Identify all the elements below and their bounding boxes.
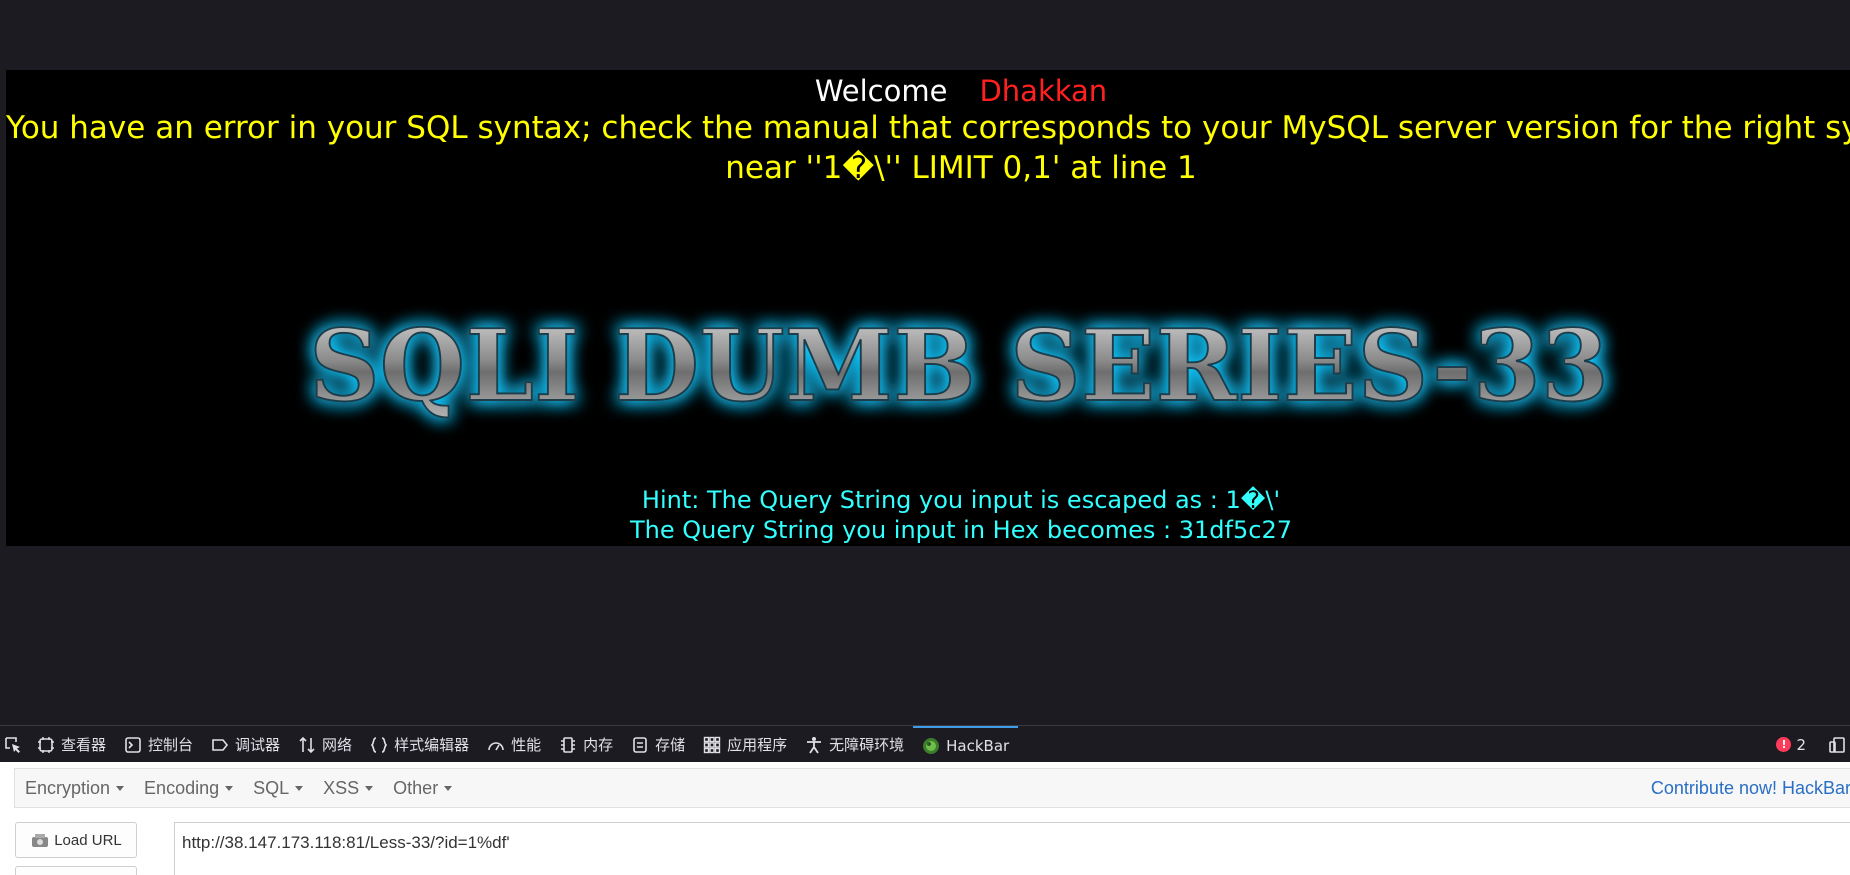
tab-label: 内存 <box>583 736 614 754</box>
tab-label: 无障碍环境 <box>829 736 905 754</box>
split-url-button[interactable] <box>15 866 137 875</box>
load-url-button[interactable]: Load URL <box>15 822 137 858</box>
tab-accessibility[interactable]: 无障碍环境 <box>796 726 913 763</box>
caret-down-icon <box>225 785 234 791</box>
menu-label: Other <box>393 777 439 798</box>
tab-label: 存储 <box>655 736 686 754</box>
error-icon: ! <box>1776 737 1792 752</box>
element-picker-icon <box>5 736 20 753</box>
performance-icon <box>488 741 504 750</box>
sqli-banner-image: SQLI DUMB SERIES-33 <box>308 308 1610 425</box>
tab-memory[interactable]: 内存 <box>550 726 622 763</box>
accessibility-icon <box>807 736 822 753</box>
caret-down-icon <box>365 785 374 791</box>
webpage-content: Welcome Dhakkan You have an error in your… <box>6 70 1850 546</box>
tab-network[interactable]: 网络 <box>289 726 361 763</box>
menu-label: Encryption <box>25 777 111 798</box>
application-icon <box>703 736 721 753</box>
caret-down-icon <box>295 785 304 791</box>
hint-escaped-line: Hint: The Query String you input is esca… <box>641 486 1281 514</box>
menu-label: XSS <box>323 777 360 798</box>
sql-error-line-2: near ''1�\'' LIMIT 0,1' at line 1 <box>725 150 1197 186</box>
welcome-text: Welcome <box>814 74 948 108</box>
network-icon <box>299 736 315 753</box>
tab-label: 应用程序 <box>727 736 788 754</box>
tab-style-editor[interactable]: 样式编辑器 <box>361 726 478 763</box>
tab-inspector[interactable]: 查看器 <box>28 726 115 763</box>
style-editor-icon <box>370 736 388 753</box>
caret-down-icon <box>116 785 125 791</box>
element-picker-button[interactable] <box>0 726 28 763</box>
responsive-design-icon[interactable] <box>1828 736 1846 754</box>
tab-label: 控制台 <box>148 736 194 754</box>
hackbar-panel: Encryption Encoding SQL XSS Other Contri… <box>0 762 1850 875</box>
devtools-right-controls: ! 2 <box>1776 736 1850 754</box>
menu-xss[interactable]: XSS <box>313 778 383 799</box>
menu-label: Encoding <box>144 777 220 798</box>
debugger-icon <box>212 738 229 751</box>
tab-application[interactable]: 应用程序 <box>694 726 796 763</box>
tab-storage[interactable]: 存储 <box>622 726 694 763</box>
tab-label: 网络 <box>322 736 353 754</box>
sql-error-line-1: You have an error in your SQL syntax; ch… <box>6 110 1850 146</box>
tab-performance[interactable]: 性能 <box>478 726 550 763</box>
load-url-icon <box>32 834 49 847</box>
tab-label: 查看器 <box>61 736 107 754</box>
url-input[interactable]: http://38.147.173.118:81/Less-33/?id=1%d… <box>174 822 1850 875</box>
caret-down-icon <box>444 785 453 791</box>
error-count-badge[interactable]: ! 2 <box>1776 736 1806 754</box>
tab-hackbar[interactable]: HackBar <box>913 726 1019 763</box>
console-icon <box>125 736 141 753</box>
menu-other[interactable]: Other <box>383 778 462 799</box>
hackbar-icon <box>923 737 940 754</box>
tab-label: 样式编辑器 <box>394 736 470 754</box>
tab-console[interactable]: 控制台 <box>115 726 202 763</box>
memory-icon <box>561 736 576 753</box>
hackbar-menu: Encryption Encoding SQL XSS Other Contri… <box>14 768 1850 808</box>
menu-sql[interactable]: SQL <box>243 778 313 799</box>
menu-label: SQL <box>253 777 290 798</box>
welcome-line: Welcome Dhakkan <box>6 74 1850 108</box>
inspector-icon <box>38 736 54 753</box>
banner-text: SQLI DUMB SERIES-33 <box>309 309 1609 424</box>
tab-label: 调试器 <box>235 736 281 754</box>
devtools-toolbar: 查看器 控制台 调试器 网络 样式编辑器 性能 内存 存储 应用程序 无障碍环境… <box>0 725 1850 763</box>
contribute-link[interactable]: Contribute now! HackBar <box>1651 778 1850 799</box>
load-url-label: Load URL <box>54 831 122 849</box>
user-name: Dhakkan <box>979 74 1108 108</box>
menu-encoding[interactable]: Encoding <box>134 778 243 799</box>
storage-icon <box>633 736 647 753</box>
error-count: 2 <box>1796 735 1806 754</box>
tab-label: 性能 <box>511 736 542 754</box>
menu-encryption[interactable]: Encryption <box>15 778 134 799</box>
hint-hex-line: The Query String you input in Hex become… <box>629 516 1292 544</box>
tab-label: HackBar <box>946 736 1010 755</box>
tab-debugger[interactable]: 调试器 <box>202 726 289 763</box>
